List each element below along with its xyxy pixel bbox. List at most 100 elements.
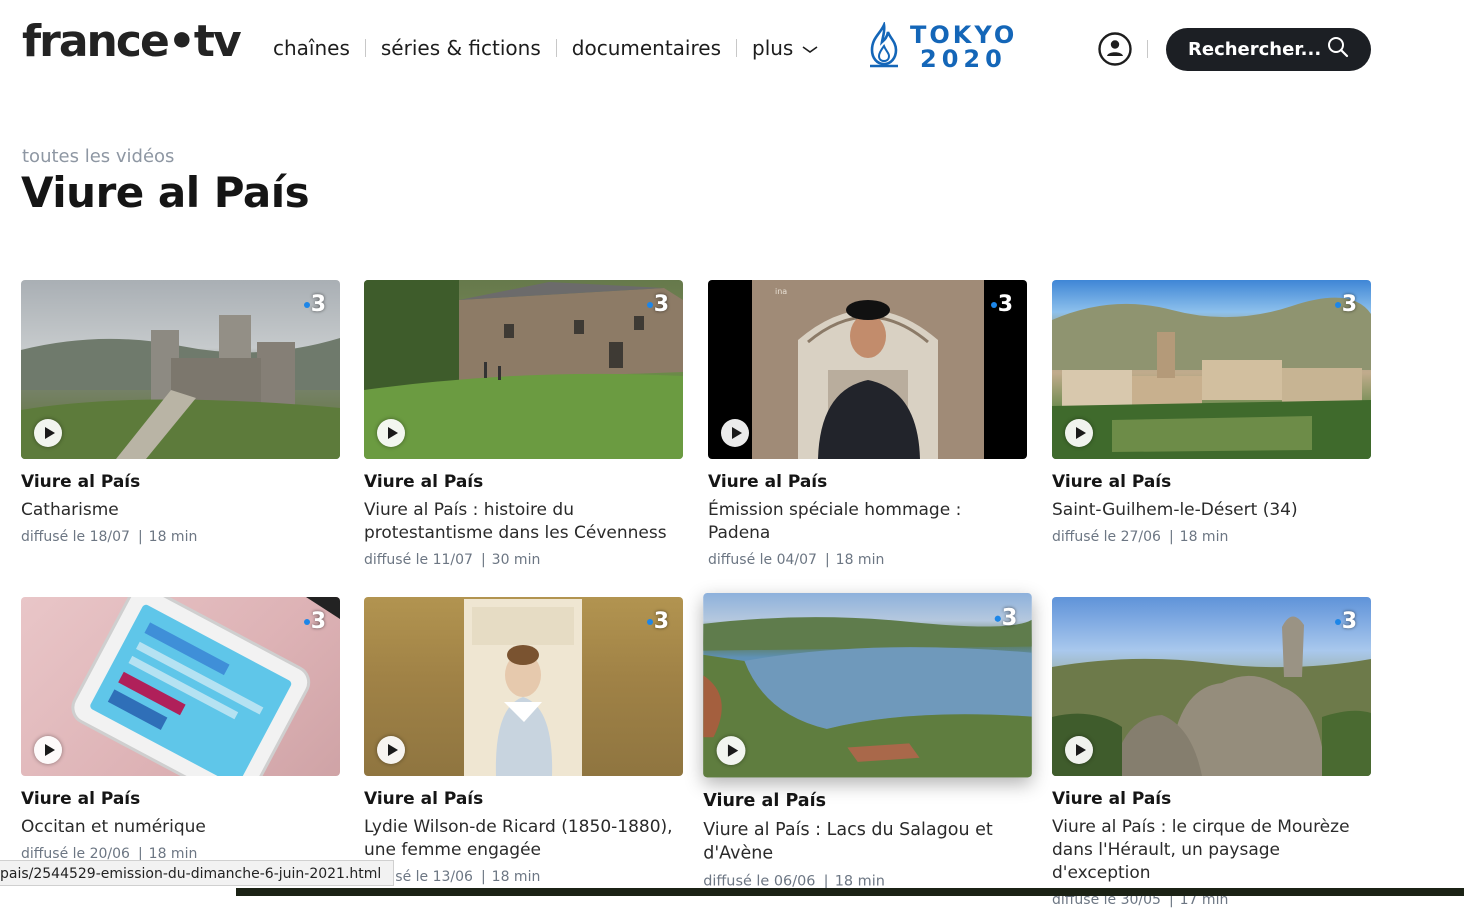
nav-item-series-fictions[interactable]: séries & fictions bbox=[381, 36, 541, 60]
nav-item-plus-label: plus bbox=[752, 36, 794, 60]
video-subtitle[interactable]: Viure al País : histoire du protestantis… bbox=[364, 499, 683, 545]
video-thumbnail[interactable]: 3 bbox=[364, 280, 683, 459]
channel-number: 3 bbox=[653, 292, 669, 317]
broadcast-date: diffusé le 18/07 bbox=[21, 529, 130, 545]
video-thumbnail[interactable]: 3 bbox=[703, 593, 1032, 778]
video-meta: diffusé le 04/07 | 18 min bbox=[708, 552, 885, 568]
broadcast-date: diffusé le 11/07 bbox=[364, 552, 473, 568]
svg-text:ina: ina bbox=[775, 287, 787, 296]
france3-channel-badge: 3 bbox=[1334, 292, 1357, 317]
play-icon[interactable] bbox=[377, 419, 405, 447]
page-title: Viure al País bbox=[21, 168, 310, 217]
video-title[interactable]: Viure al País bbox=[21, 788, 340, 810]
nav-separator bbox=[364, 39, 366, 57]
channel-number: 3 bbox=[310, 292, 326, 317]
tokyo-wordmark-line2: 2020 bbox=[920, 45, 1007, 73]
channel-number: 3 bbox=[310, 609, 326, 634]
channel-number: 3 bbox=[1001, 605, 1018, 632]
video-card[interactable]: 3 Viure al País Occitan et numérique dif… bbox=[21, 597, 340, 863]
video-subtitle[interactable]: Viure al País : le cirque de Mourèze dan… bbox=[1052, 816, 1371, 885]
lake-scene bbox=[703, 617, 1032, 778]
play-icon[interactable] bbox=[716, 736, 746, 766]
play-icon[interactable] bbox=[34, 419, 62, 447]
nav-item-plus[interactable]: plus bbox=[752, 36, 819, 60]
chevron-down-icon bbox=[801, 36, 819, 60]
channel-number: 3 bbox=[997, 292, 1013, 317]
video-thumbnail[interactable]: 3 bbox=[1052, 597, 1371, 776]
nav-item-documentaires[interactable]: documentaires bbox=[572, 36, 721, 60]
search-button[interactable]: Rechercher... bbox=[1166, 28, 1371, 71]
link-url-status: pais/2544529-emission-du-dimanche-6-juin… bbox=[0, 860, 395, 886]
rock-cirque-scene bbox=[1052, 616, 1371, 776]
flame-icon bbox=[866, 20, 902, 72]
breadcrumb[interactable]: toutes les vidéos bbox=[22, 146, 174, 167]
video-subtitle[interactable]: Lydie Wilson-de Ricard (1850-1880), une … bbox=[364, 816, 683, 862]
video-card-hovered[interactable]: 3 Viure al País Viure al País : Lacs du … bbox=[703, 593, 1032, 891]
video-thumbnail[interactable]: 3 bbox=[21, 597, 340, 776]
nav-separator bbox=[555, 39, 557, 57]
performer-scene: ina bbox=[752, 280, 984, 459]
main-nav: chaînes séries & fictions documentaires … bbox=[273, 30, 819, 66]
video-subtitle[interactable]: Viure al País : Lacs du Salagou et d'Avè… bbox=[703, 819, 1032, 866]
video-meta: diffusé le 13/06 | 18 min bbox=[364, 869, 541, 885]
duration: 18 min bbox=[148, 529, 198, 545]
header-separator bbox=[1147, 40, 1148, 58]
play-icon[interactable] bbox=[721, 419, 749, 447]
bottom-strip bbox=[236, 888, 1464, 896]
broadcast-date: diffusé le 04/07 bbox=[708, 552, 817, 568]
channel-number: 3 bbox=[653, 609, 669, 634]
france3-channel-badge: 3 bbox=[646, 292, 669, 317]
video-card[interactable]: 3 Viure al País Lydie Wilson-de Ricard (… bbox=[364, 597, 683, 886]
video-title[interactable]: Viure al País bbox=[1052, 471, 1371, 493]
tokyo-wordmark-line1: TOKYO bbox=[910, 21, 1018, 49]
france3-channel-badge: 3 bbox=[1334, 609, 1357, 634]
video-card[interactable]: 3 Viure al País Viure al País : histoire… bbox=[364, 280, 683, 569]
france3-channel-badge: 3 bbox=[303, 292, 326, 317]
tokyo-2020-wordmark: TOKYO 2020 bbox=[910, 23, 1017, 71]
france3-channel-badge: 3 bbox=[646, 609, 669, 634]
video-meta: diffusé le 11/07 | 30 min bbox=[364, 552, 541, 568]
video-title[interactable]: Viure al País bbox=[364, 471, 683, 493]
video-subtitle[interactable]: Occitan et numérique bbox=[21, 816, 340, 839]
duration: 18 min bbox=[491, 869, 541, 885]
video-title[interactable]: Viure al País bbox=[364, 788, 683, 810]
video-card[interactable]: 3 Viure al País Catharisme diffusé le 18… bbox=[21, 280, 340, 546]
play-icon[interactable] bbox=[1065, 419, 1093, 447]
channel-number: 3 bbox=[1341, 292, 1357, 317]
video-card[interactable]: 3 Viure al País Saint-Guilhem-le-Désert … bbox=[1052, 280, 1371, 546]
video-title[interactable]: Viure al País bbox=[703, 790, 1032, 813]
video-subtitle[interactable]: Catharisme bbox=[21, 499, 340, 522]
video-thumbnail[interactable]: 3 bbox=[364, 597, 683, 776]
video-title[interactable]: Viure al País bbox=[1052, 788, 1371, 810]
castle-scene bbox=[21, 315, 340, 459]
video-thumbnail[interactable]: ina 3 bbox=[708, 280, 1027, 459]
video-subtitle[interactable]: Saint-Guilhem-le-Désert (34) bbox=[1052, 499, 1371, 522]
video-card[interactable]: ina 3 Viure al País Émission spéciale ho… bbox=[708, 280, 1027, 569]
nav-separator bbox=[736, 39, 737, 57]
video-meta: diffusé le 18/07 | 18 min bbox=[21, 529, 198, 545]
duration: 18 min bbox=[835, 552, 885, 568]
stone-house-scene bbox=[364, 280, 683, 459]
channel-number: 3 bbox=[1341, 609, 1357, 634]
search-button-label: Rechercher... bbox=[1188, 39, 1322, 60]
play-icon[interactable] bbox=[34, 736, 62, 764]
smartphone-scene bbox=[71, 597, 340, 776]
video-title[interactable]: Viure al País bbox=[21, 471, 340, 493]
france-tv-logo[interactable]: france•tv bbox=[22, 14, 242, 70]
video-meta: diffusé le 27/06 | 18 min bbox=[1052, 529, 1229, 545]
account-icon[interactable] bbox=[1097, 31, 1133, 67]
video-title[interactable]: Viure al País bbox=[708, 471, 1027, 493]
video-card[interactable]: 3 Viure al País Viure al País : le cirqu… bbox=[1052, 597, 1371, 909]
book-cover-scene bbox=[464, 599, 582, 776]
france3-channel-badge: 3 bbox=[303, 609, 326, 634]
video-thumbnail[interactable]: 3 bbox=[21, 280, 340, 459]
video-subtitle[interactable]: Émission spéciale hommage : Padena bbox=[708, 499, 1027, 545]
tokyo-2020-link[interactable]: TOKYO 2020 bbox=[866, 20, 1017, 72]
play-icon[interactable] bbox=[377, 736, 405, 764]
duration: 30 min bbox=[491, 552, 541, 568]
nav-item-chaines[interactable]: chaînes bbox=[273, 36, 350, 60]
village-scene bbox=[1052, 297, 1371, 459]
broadcast-date: diffusé le 27/06 bbox=[1052, 529, 1161, 545]
play-icon[interactable] bbox=[1065, 736, 1093, 764]
video-thumbnail[interactable]: 3 bbox=[1052, 280, 1371, 459]
